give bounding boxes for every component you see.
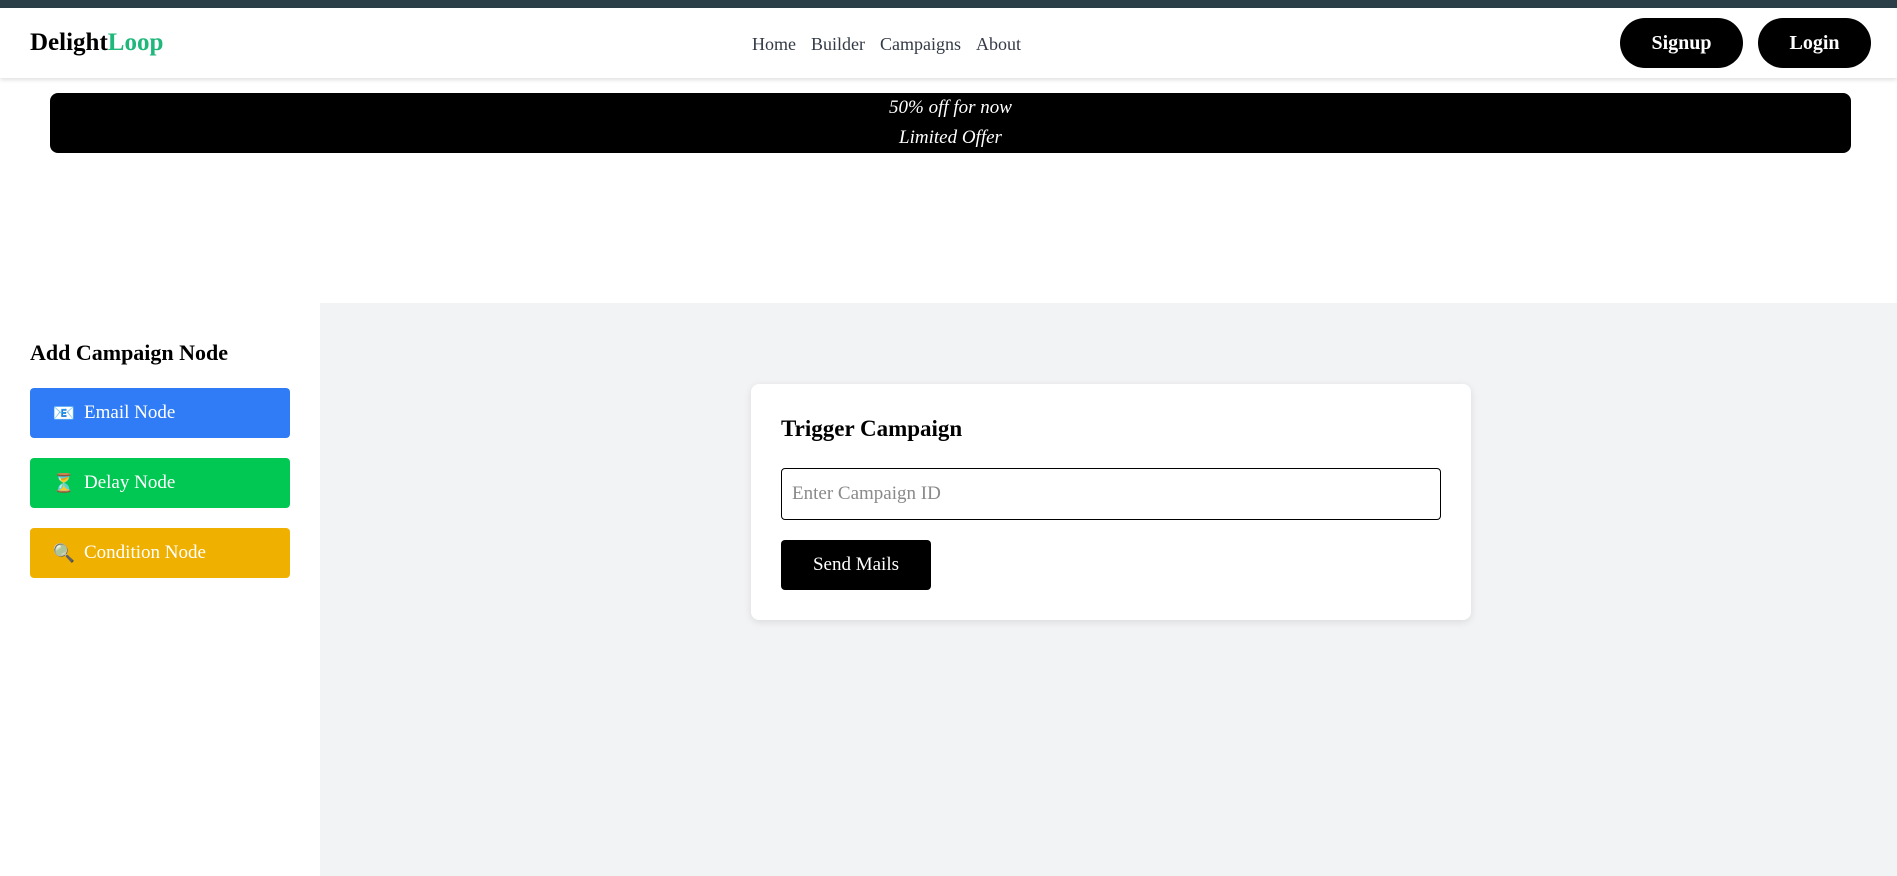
offer-line-2: Limited Offer — [899, 127, 1002, 148]
nav-link-builder[interactable]: Builder — [811, 33, 865, 55]
nav-links: Home Builder Campaigns About — [752, 33, 1021, 55]
offer-banner: 50% off for now Limited Offer — [50, 93, 1851, 153]
delay-node-label: Delay Node — [84, 472, 176, 493]
logo[interactable]: DelightLoop — [30, 28, 163, 58]
logo-part-1: Delight — [30, 29, 108, 56]
trigger-campaign-card: Trigger Campaign Send Mails — [751, 384, 1471, 620]
signup-button[interactable]: Signup — [1620, 18, 1743, 68]
envelope-icon: 📧 — [52, 402, 76, 423]
sidebar: Add Campaign Node 📧 Email Node ⏳ Delay N… — [0, 303, 320, 876]
sidebar-title: Add Campaign Node — [30, 340, 229, 365]
nav-link-campaigns[interactable]: Campaigns — [880, 33, 961, 55]
condition-node-label: Condition Node — [84, 542, 206, 563]
login-button[interactable]: Login — [1758, 18, 1871, 68]
campaign-id-input[interactable] — [781, 468, 1441, 520]
email-node-label: Email Node — [84, 402, 176, 423]
email-node-button[interactable]: 📧 Email Node — [30, 388, 290, 438]
condition-node-button[interactable]: 🔍 Condition Node — [30, 528, 290, 578]
logo-part-2: Loop — [107, 29, 164, 56]
nav-link-about[interactable]: About — [976, 33, 1021, 55]
magnifier-icon: 🔍 — [52, 542, 76, 563]
trigger-campaign-title: Trigger Campaign — [781, 416, 963, 441]
top-accent-strip — [0, 0, 1897, 8]
hourglass-icon: ⏳ — [52, 472, 76, 493]
offer-line-1: 50% off for now — [889, 97, 1012, 118]
send-mails-button[interactable]: Send Mails — [781, 540, 931, 590]
delay-node-button[interactable]: ⏳ Delay Node — [30, 458, 290, 508]
navbar: DelightLoop Home Builder Campaigns About… — [0, 8, 1897, 78]
nav-link-home[interactable]: Home — [752, 33, 796, 55]
